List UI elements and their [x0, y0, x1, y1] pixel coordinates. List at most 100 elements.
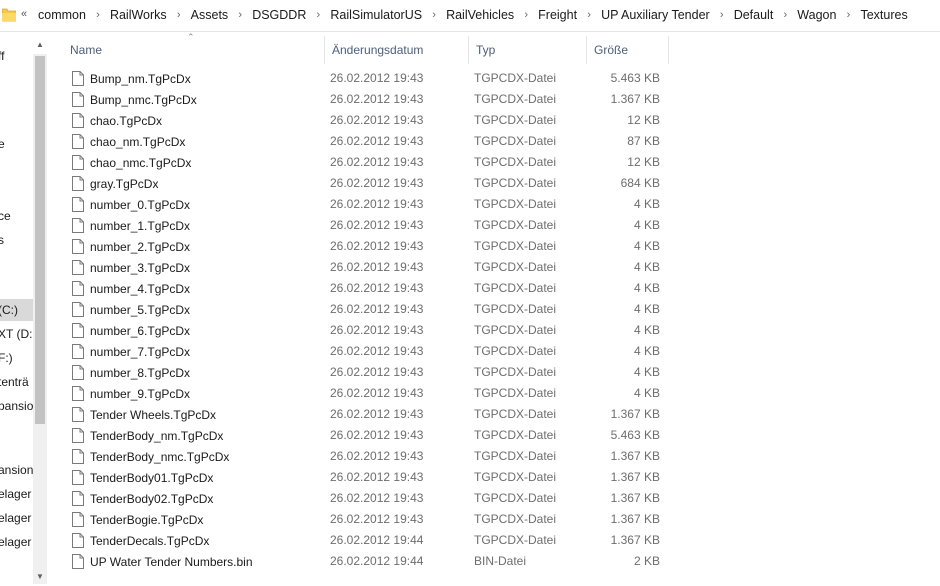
file-date: 26.02.2012 19:44	[330, 533, 424, 547]
file-size: 1.367 KB	[610, 449, 660, 463]
file-type: TGPCDX-Datei	[474, 470, 557, 484]
file-name: number_7.TgPcDx	[90, 344, 191, 359]
file-row[interactable]: Bump_nmc.TgPcDx 26.02.2012 19:43 TGPCDX-Da…	[62, 89, 672, 110]
address-bar[interactable]: « common › RailWorks › Assets › DSGDDR › RailSim…	[0, 0, 940, 32]
nav-item[interactable]: e	[0, 133, 34, 155]
file-type: TGPCDX-Datei	[474, 491, 557, 505]
nav-item[interactable]: elager	[0, 483, 34, 505]
file-icon	[72, 239, 84, 254]
breadcrumb-item[interactable]: common	[38, 8, 86, 22]
file-icon	[72, 407, 84, 422]
file-row[interactable]: chao.TgPcDx 26.02.2012 19:43 TGPCDX-Datei 1…	[62, 110, 672, 131]
nav-item[interactable]: ce	[0, 205, 34, 227]
file-row[interactable]: chao_nm.TgPcDx 26.02.2012 19:43 TGPCDX-Dat…	[62, 131, 672, 152]
breadcrumb-item[interactable]: RailWorks	[110, 8, 167, 22]
breadcrumb-item[interactable]: Textures	[860, 8, 907, 22]
file-type: TGPCDX-Datei	[474, 113, 557, 127]
file-icon	[72, 386, 84, 401]
column-size[interactable]: Größe	[586, 36, 668, 64]
file-name: TenderBogie.TgPcDx	[90, 512, 204, 527]
file-name: number_8.TgPcDx	[90, 365, 191, 380]
breadcrumb-item[interactable]: Wagon	[797, 8, 836, 22]
file-row[interactable]: TenderBogie.TgPcDx 26.02.2012 19:43 TGPCDX…	[62, 509, 672, 530]
chevron-right-icon[interactable]: ›	[836, 9, 860, 21]
file-row[interactable]: number_9.TgPcDx 26.02.2012 19:43 TGPCDX-Da…	[62, 383, 672, 404]
file-row[interactable]: number_7.TgPcDx 26.02.2012 19:43 TGPCDX-Da…	[62, 341, 672, 362]
file-icon	[72, 533, 84, 548]
breadcrumb-item[interactable]: UP Auxiliary Tender	[601, 8, 710, 22]
file-row[interactable]: number_4.TgPcDx 26.02.2012 19:43 TGPCDX-Da…	[62, 278, 672, 299]
file-row[interactable]: TenderBody01.TgPcDx 26.02.2012 19:43 TGPCD…	[62, 467, 672, 488]
scroll-up-arrow-icon[interactable]: ▲	[35, 38, 45, 52]
chevron-right-icon[interactable]: ›	[86, 9, 110, 21]
chevron-right-icon[interactable]: ›	[228, 9, 252, 21]
nav-item[interactable]: tenträ	[0, 371, 34, 393]
file-name: TenderBody_nm.TgPcDx	[90, 428, 224, 443]
nav-item[interactable]: s	[0, 229, 34, 251]
breadcrumb-item[interactable]: Freight	[538, 8, 577, 22]
file-size: 1.367 KB	[610, 512, 660, 526]
nav-item[interactable]: XT (D:	[0, 323, 34, 345]
nav-item[interactable]: ff	[0, 45, 34, 67]
nav-item[interactable]: F:)	[0, 347, 34, 369]
file-size: 5.463 KB	[610, 428, 660, 442]
nav-item[interactable]: ansion	[0, 459, 34, 481]
nav-item[interactable]: elager	[0, 531, 34, 553]
chevron-right-icon[interactable]: ›	[167, 9, 191, 21]
file-row[interactable]: number_6.TgPcDx 26.02.2012 19:43 TGPCDX-Da…	[62, 320, 672, 341]
breadcrumb-item[interactable]: Default	[734, 8, 774, 22]
nav-item[interactable]: pansio	[0, 395, 34, 417]
nav-item[interactable]: (C:)	[0, 299, 34, 321]
file-row[interactable]: number_3.TgPcDx 26.02.2012 19:43 TGPCDX-Da…	[62, 257, 672, 278]
file-row[interactable]: number_0.TgPcDx 26.02.2012 19:43 TGPCDX-Da…	[62, 194, 672, 215]
file-row[interactable]: gray.TgPcDx 26.02.2012 19:43 TGPCDX-Datei 6…	[62, 173, 672, 194]
file-row[interactable]: number_2.TgPcDx 26.02.2012 19:43 TGPCDX-Da…	[62, 236, 672, 257]
file-row[interactable]: TenderBody02.TgPcDx 26.02.2012 19:43 TGPCD…	[62, 488, 672, 509]
file-row[interactable]: Tender Wheels.TgPcDx 26.02.2012 19:43 TGPC…	[62, 404, 672, 425]
chevron-right-icon[interactable]: ›	[710, 9, 734, 21]
file-row[interactable]: number_1.TgPcDx 26.02.2012 19:43 TGPCDX-Da…	[62, 215, 672, 236]
file-row[interactable]: chao_nmc.TgPcDx 26.02.2012 19:43 TGPCDX-Da…	[62, 152, 672, 173]
column-type[interactable]: Typ	[468, 36, 586, 64]
file-row[interactable]: Bump_nm.TgPcDx 26.02.2012 19:43 TGPCDX-Dat…	[62, 68, 672, 89]
chevron-right-icon[interactable]: ›	[773, 9, 797, 21]
file-row[interactable]: TenderBody_nm.TgPcDx 26.02.2012 19:43 TGPC…	[62, 425, 672, 446]
file-name-cell: gray.TgPcDx	[72, 173, 158, 194]
chevron-right-icon[interactable]: ›	[514, 9, 538, 21]
scroll-down-arrow-icon[interactable]: ▼	[35, 570, 45, 584]
file-size: 5.463 KB	[610, 71, 660, 85]
file-name-cell: number_0.TgPcDx	[72, 194, 190, 215]
file-name-cell: number_2.TgPcDx	[72, 236, 190, 257]
nav-item[interactable]: elager	[0, 507, 34, 529]
breadcrumb-item[interactable]: Assets	[191, 8, 229, 22]
file-date: 26.02.2012 19:43	[330, 512, 424, 526]
breadcrumb-item[interactable]: DSGDDR	[252, 8, 306, 22]
chevrons-left-icon[interactable]: «	[21, 8, 27, 20]
chevron-right-icon[interactable]: ›	[422, 9, 446, 21]
chevron-right-icon[interactable]: ›	[306, 9, 330, 21]
file-name-cell: TenderBody_nmc.TgPcDx	[72, 446, 229, 467]
file-row[interactable]: TenderBody_nmc.TgPcDx 26.02.2012 19:43 TGP…	[62, 446, 672, 467]
file-name-cell: number_1.TgPcDx	[72, 215, 190, 236]
column-date[interactable]: Änderungsdatum	[324, 36, 468, 64]
file-size: 4 KB	[633, 281, 660, 295]
breadcrumb-item[interactable]: RailSimulatorUS	[330, 8, 422, 22]
file-type: TGPCDX-Datei	[474, 92, 557, 106]
file-name-cell: chao_nm.TgPcDx	[72, 131, 185, 152]
breadcrumb-item[interactable]: RailVehicles	[446, 8, 514, 22]
file-row[interactable]: number_8.TgPcDx 26.02.2012 19:43 TGPCDX-Da…	[62, 362, 672, 383]
file-name: number_3.TgPcDx	[90, 260, 191, 275]
chevron-right-icon[interactable]: ›	[577, 9, 601, 21]
file-name: UP Water Tender Numbers.bin	[90, 554, 253, 569]
file-row[interactable]: TenderDecals.TgPcDx 26.02.2012 19:44 TGPCD…	[62, 530, 672, 551]
file-icon	[72, 512, 84, 527]
file-icon	[72, 113, 84, 128]
file-type: TGPCDX-Datei	[474, 365, 557, 379]
nav-scrollbar[interactable]: ▲ ▼	[33, 38, 47, 586]
column-name[interactable]: Name	[62, 36, 324, 64]
file-row[interactable]: UP Water Tender Numbers.bin 26.02.2012 19…	[62, 551, 672, 572]
scroll-track[interactable]	[33, 54, 47, 584]
scroll-thumb[interactable]	[35, 56, 45, 424]
file-row[interactable]: number_5.TgPcDx 26.02.2012 19:43 TGPCDX-Da…	[62, 299, 672, 320]
column-divider[interactable]	[668, 36, 669, 64]
